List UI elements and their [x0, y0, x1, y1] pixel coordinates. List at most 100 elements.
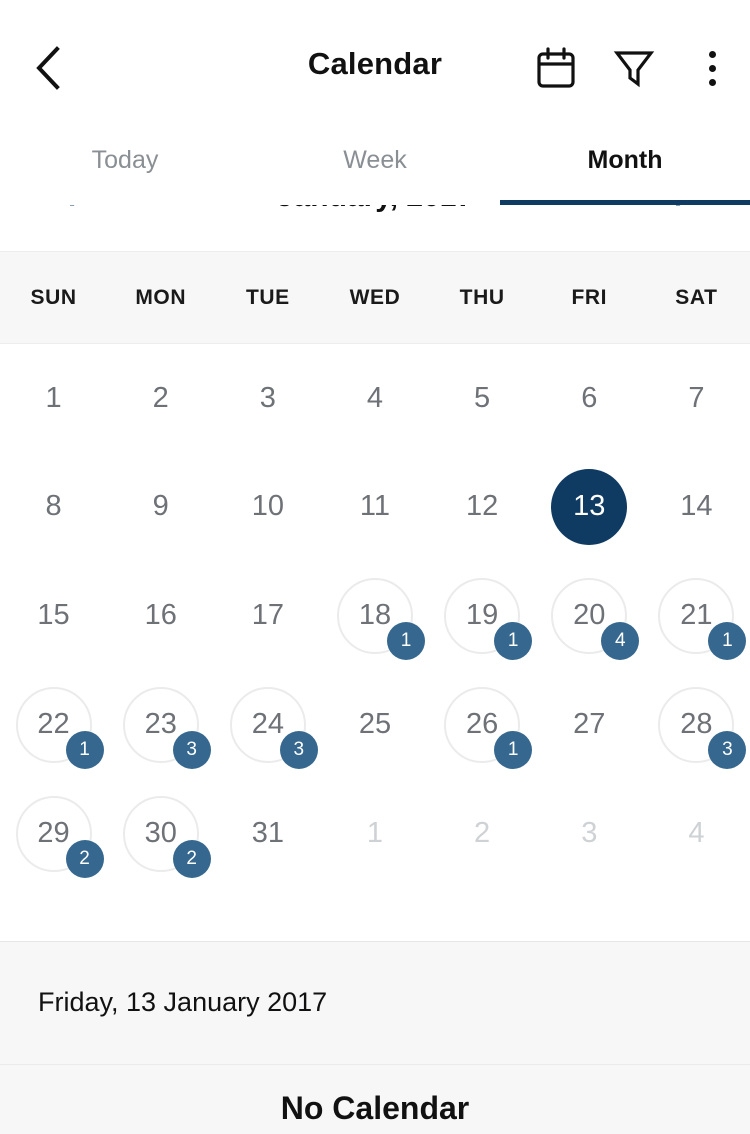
- calendar-day-cell[interactable]: 27: [536, 670, 643, 779]
- calendar-day-cell[interactable]: 15: [0, 561, 107, 670]
- day-number: 21 1: [658, 577, 747, 660]
- calendar-day-cell[interactable]: 28 3: [643, 670, 750, 779]
- no-calendar-message: No Calendar: [280, 1090, 470, 1126]
- event-count-badge: 3: [708, 730, 747, 769]
- calendar-view-button[interactable]: [532, 40, 580, 96]
- calendar-day-cell[interactable]: 3: [536, 779, 643, 888]
- calendar-day-cell[interactable]: 9: [107, 452, 214, 561]
- day-number: 25: [358, 708, 392, 740]
- day-number: 2: [474, 817, 491, 849]
- calendar-day-cell[interactable]: 17: [214, 561, 321, 670]
- day-number: 29 2: [15, 795, 104, 878]
- event-count-badge: 4: [601, 621, 640, 660]
- calendar-day-cell[interactable]: 26 1: [429, 670, 536, 779]
- event-count-badge: 3: [172, 730, 211, 769]
- calendar-day-cell[interactable]: 13: [536, 452, 643, 561]
- calendar-day-cell[interactable]: 11: [321, 452, 428, 561]
- calendar-day-cell[interactable]: 2: [107, 344, 214, 452]
- calendar-day-cell[interactable]: 3: [214, 344, 321, 452]
- tab-today[interactable]: Today: [0, 120, 250, 205]
- event-count-badge: 1: [708, 621, 747, 660]
- calendar-day-cell[interactable]: 14: [643, 452, 750, 561]
- day-number: 10: [251, 490, 284, 522]
- day-number: 11: [359, 490, 391, 522]
- calendar-day-cell[interactable]: 4: [321, 344, 428, 452]
- detail-divider: [0, 1064, 750, 1065]
- filter-funnel-icon: [613, 51, 655, 88]
- view-mode-tabs: Today Week Month: [0, 120, 750, 205]
- calendar-day-cell[interactable]: 12: [429, 452, 536, 561]
- calendar-day-cell[interactable]: 24 3: [214, 670, 321, 779]
- calendar-day-cell[interactable]: 29 2: [0, 779, 107, 888]
- day-number: 3: [581, 817, 598, 849]
- calendar-day-cell[interactable]: 2: [429, 779, 536, 888]
- calendar-day-cell[interactable]: 22 1: [0, 670, 107, 779]
- day-number: 18 1: [336, 577, 425, 660]
- more-vertical-icon-dot: [708, 64, 716, 72]
- calendar-day-cell[interactable]: 5: [429, 344, 536, 452]
- tab-week[interactable]: Week: [250, 120, 500, 205]
- calendar-day-cell[interactable]: 19 1: [429, 561, 536, 670]
- calendar-week-row: 8 9 10 11 12 13 14: [0, 452, 750, 561]
- calendar-day-cell[interactable]: 7: [643, 344, 750, 452]
- more-vertical-icon-dot: [708, 50, 716, 58]
- weekday-label-sun: SUN: [30, 285, 77, 309]
- calendar-week-row: 22 1 23 3 24 3 25 26 1 27 28 3: [0, 670, 750, 779]
- day-number: 14: [680, 490, 713, 522]
- calendar-day-cell[interactable]: 1: [321, 779, 428, 888]
- day-number: 1: [366, 817, 384, 849]
- day-number: 31: [251, 817, 284, 849]
- day-number: 19 1: [444, 577, 533, 660]
- weekday-label-thu: THU: [459, 285, 505, 309]
- day-number: 9: [152, 490, 169, 522]
- event-count-badge: 3: [279, 730, 318, 769]
- day-number: 5: [474, 381, 491, 414]
- calendar-day-cell[interactable]: 1: [0, 344, 107, 452]
- weekday-label-sat: SAT: [675, 285, 718, 309]
- calendar-day-grid: 1 2 3 4 5 6 7 8 9 10 11 12 13 14 15 16 17 18 1 19 1 20 4 21 1 22 1…: [0, 344, 750, 941]
- day-number: 6: [581, 381, 598, 414]
- overflow-menu-button[interactable]: [688, 40, 736, 96]
- day-number: 4: [688, 817, 705, 849]
- weekday-header-row: SUN MON TUE WED THU FRI SAT: [0, 251, 750, 344]
- day-number: 2: [152, 381, 169, 414]
- calendar-day-cell[interactable]: 30 2: [107, 779, 214, 888]
- calendar-day-cell[interactable]: 25: [321, 670, 428, 779]
- calendar-day-cell[interactable]: 4: [643, 779, 750, 888]
- calendar-icon: [537, 47, 575, 88]
- calendar-day-cell[interactable]: 6: [536, 344, 643, 452]
- selected-day-circle: 13: [551, 468, 628, 545]
- more-vertical-icon-dot: [708, 78, 716, 86]
- event-count-badge: 1: [494, 621, 533, 660]
- event-count-badge: 2: [65, 839, 104, 878]
- calendar-day-cell[interactable]: 18 1: [321, 561, 428, 670]
- calendar-day-cell[interactable]: 10: [214, 452, 321, 561]
- weekday-label-tue: TUE: [245, 285, 290, 309]
- day-number: 1: [45, 381, 62, 414]
- calendar-day-cell[interactable]: 23 3: [107, 670, 214, 779]
- app-bar-actions: [532, 40, 736, 96]
- day-number: 7: [688, 381, 705, 414]
- day-number: 12: [465, 490, 499, 522]
- filter-button[interactable]: [610, 40, 658, 96]
- app-bar: Calendar: [0, 0, 750, 120]
- day-number: 3: [259, 381, 276, 414]
- calendar-day-cell[interactable]: 16: [107, 561, 214, 670]
- calendar-week-row: 1 2 3 4 5 6 7: [0, 344, 750, 452]
- day-number: 4: [366, 381, 384, 414]
- calendar-week-row: 29 2 30 2 31 1 2 3 4: [0, 779, 750, 888]
- day-number: 27: [573, 708, 606, 740]
- calendar-day-cell[interactable]: 21 1: [643, 561, 750, 670]
- weekday-label-wed: WED: [349, 285, 401, 309]
- calendar-week-row: 15 16 17 18 1 19 1 20 4 21 1: [0, 561, 750, 670]
- day-number: 17: [251, 599, 284, 631]
- calendar-day-cell[interactable]: 8: [0, 452, 107, 561]
- day-number: 24 3: [229, 686, 318, 769]
- day-number: 16: [144, 599, 177, 631]
- calendar-day-cell[interactable]: 31: [214, 779, 321, 888]
- calendar-day-cell[interactable]: 20 4: [536, 561, 643, 670]
- selected-day-detail-panel: Friday, 13 January 2017 No Calendar: [0, 941, 750, 1134]
- day-number: 15: [37, 599, 70, 631]
- day-number: 28 3: [658, 686, 747, 769]
- tab-month[interactable]: Month: [500, 120, 750, 205]
